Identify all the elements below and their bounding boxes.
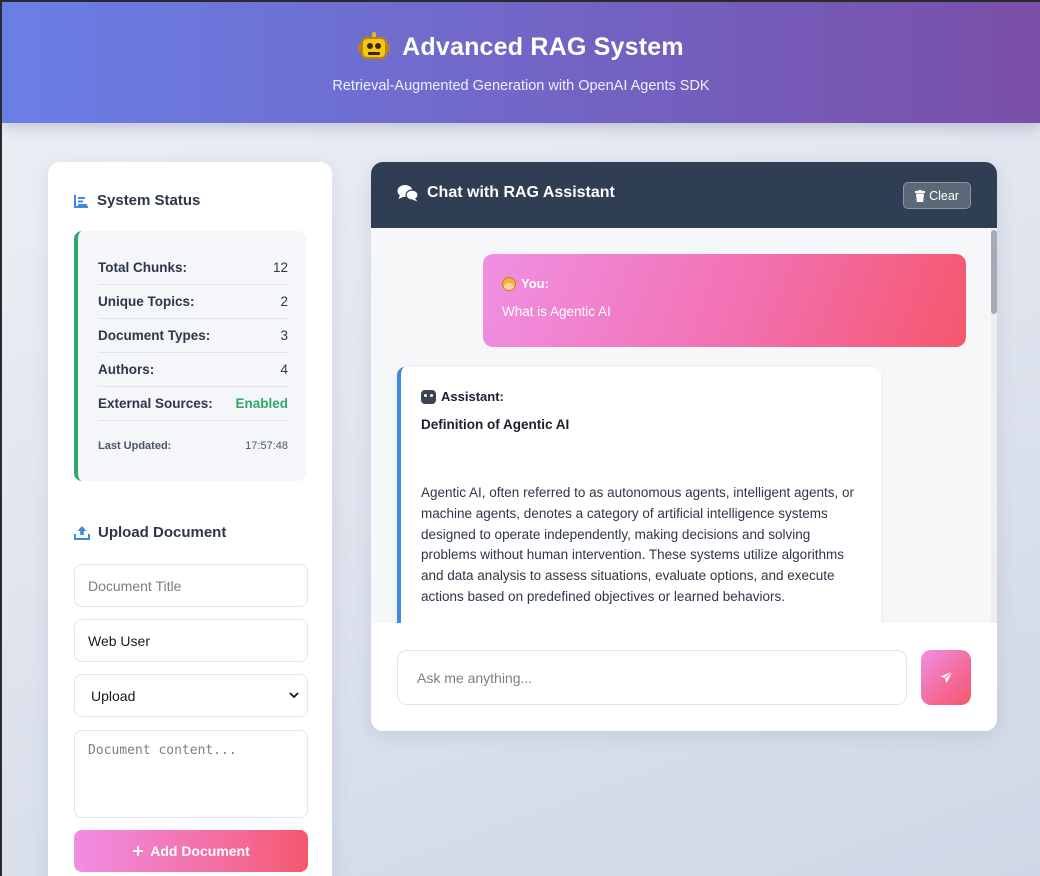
sender-label: You:	[521, 276, 549, 291]
message-sender: You:	[502, 276, 549, 291]
status-badge: Enabled	[235, 396, 288, 411]
scrollbar-thumb[interactable]	[991, 230, 997, 314]
message-heading: Definition of Agentic AI	[421, 417, 570, 432]
page-title: Advanced RAG System	[402, 32, 684, 61]
page-subtitle: Retrieval-Augmented Generation with Open…	[332, 78, 710, 94]
stat-label: Authors:	[98, 362, 155, 377]
stat-value: 2	[280, 294, 288, 309]
message-text: Agentic AI, often referred to as autonom…	[421, 485, 855, 604]
document-type-value: Upload	[91, 687, 136, 704]
chat-header: Chat with RAG Assistant Clear	[371, 162, 997, 228]
document-title-input[interactable]	[74, 564, 308, 607]
send-button[interactable]	[921, 650, 971, 705]
assistant-message: Assistant: Definition of Agentic AI Agen…	[397, 367, 881, 623]
stat-label: External Sources:	[98, 396, 213, 411]
trash-icon	[915, 189, 926, 202]
status-section-title: System Status	[74, 192, 200, 209]
stat-authors: Authors: 4	[98, 353, 288, 387]
stat-total-chunks: Total Chunks: 12	[98, 251, 288, 285]
stat-label: Total Chunks:	[98, 260, 187, 275]
message-text: What is Agentic AI	[502, 304, 611, 319]
stat-value: 4	[280, 362, 288, 377]
document-type-select[interactable]: Upload	[74, 674, 308, 717]
upload-title-label: Upload Document	[98, 524, 227, 541]
upload-section-title: Upload Document	[74, 524, 226, 541]
header-title-row: Advanced RAG System	[2, 32, 1040, 62]
sender-label: Assistant:	[441, 389, 504, 404]
chat-title: Chat with RAG Assistant	[427, 184, 615, 201]
sidebar-panel: System Status Total Chunks: 12 Unique To…	[48, 162, 332, 876]
add-document-label: Add Document	[150, 843, 250, 859]
scrollbar-track[interactable]	[991, 228, 997, 623]
stat-label: Unique Topics:	[98, 294, 195, 309]
stat-document-types: Document Types: 3	[98, 319, 288, 353]
plus-icon	[133, 846, 144, 856]
stat-unique-topics: Unique Topics: 2	[98, 285, 288, 319]
status-box: Total Chunks: 12 Unique Topics: 2 Docume…	[74, 231, 306, 481]
stat-label: Last Updated:	[98, 440, 172, 452]
stat-value: 12	[272, 260, 288, 275]
chat-panel: Chat with RAG Assistant Clear You: What …	[371, 162, 997, 731]
chat-input[interactable]	[397, 650, 907, 705]
upload-icon	[74, 526, 90, 540]
author-input[interactable]	[74, 619, 308, 662]
app-header: Advanced RAG System Retrieval-Augmented …	[2, 2, 1040, 123]
stat-external-sources: External Sources: Enabled	[98, 387, 288, 421]
add-document-button[interactable]: Add Document	[74, 830, 308, 872]
user-avatar-icon	[502, 276, 516, 291]
clear-chat-button[interactable]: Clear	[903, 182, 971, 209]
chat-title-row: Chat with RAG Assistant	[397, 184, 615, 202]
robot-icon	[358, 32, 391, 62]
document-content-textarea[interactable]	[74, 730, 308, 818]
paper-plane-icon	[940, 671, 953, 683]
stat-last-updated: Last Updated: 17:57:48	[98, 429, 288, 463]
chart-bar-icon	[74, 194, 88, 208]
status-title-label: System Status	[97, 192, 201, 209]
chevron-down-icon	[289, 692, 299, 699]
comments-icon	[397, 185, 419, 202]
last-updated-time: 17:57:48	[245, 440, 288, 452]
chat-input-area	[371, 623, 997, 731]
message-list[interactable]: You: What is Agentic AI Assistant: Defin…	[371, 228, 997, 623]
bot-avatar-icon	[421, 389, 436, 404]
user-message: You: What is Agentic AI	[483, 254, 966, 347]
message-sender: Assistant:	[421, 389, 504, 404]
stat-label: Document Types:	[98, 328, 211, 343]
stat-value: 3	[280, 328, 288, 343]
clear-label: Clear	[929, 188, 959, 203]
